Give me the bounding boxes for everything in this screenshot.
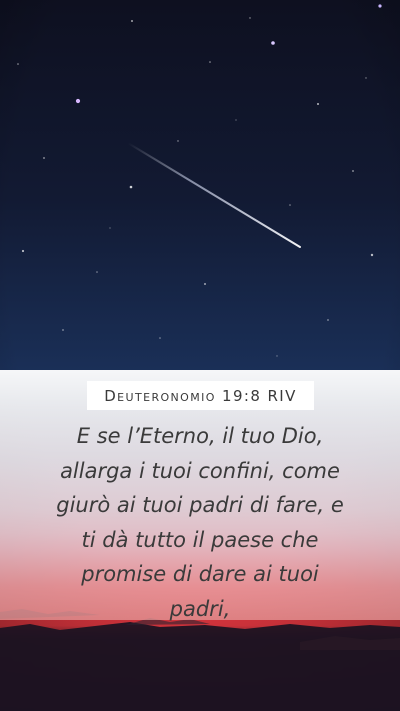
verse-text: E se l’Eterno, il tuo Dio, allarga i tuo…: [22, 419, 378, 626]
verse-line: padri,: [169, 596, 231, 621]
verse-line: ti dà tutto il paese che: [81, 527, 319, 552]
verse-reference-box: Deuteronomio 19:8 RIV: [87, 381, 314, 410]
horizon-silhouette: [0, 622, 400, 711]
verse-line: promise di dare ai tuoi: [81, 562, 319, 586]
verse-line: giurò ai tuoi padri di fare, e: [56, 493, 344, 517]
verse-line: E se l’Eterno, il tuo Dio,: [76, 424, 324, 448]
verse-line: allarga i tuoi confini, come: [60, 458, 340, 483]
verse-wallpaper: Deuteronomio 19:8 RIV E se l’Eterno, il …: [0, 0, 400, 711]
verse-reference: Deuteronomio 19:8 RIV: [104, 386, 297, 405]
